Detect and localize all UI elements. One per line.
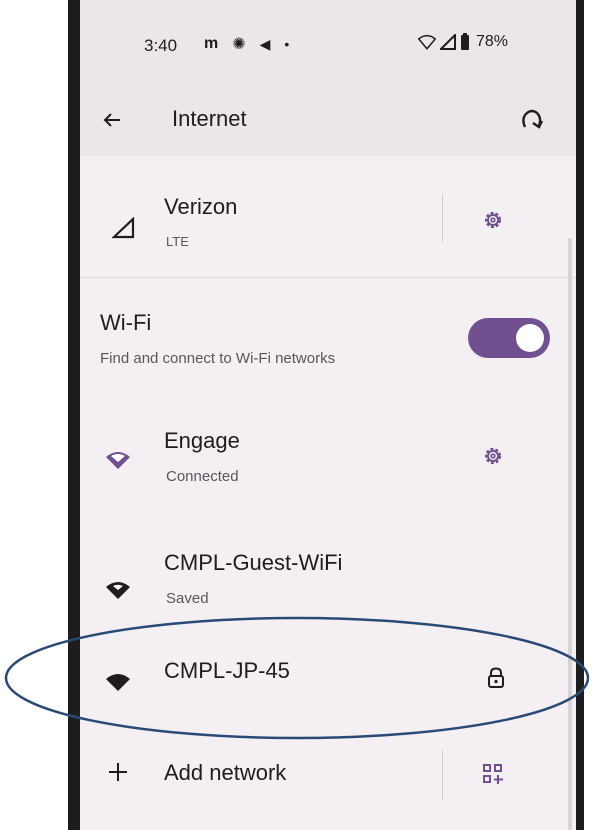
system-status-icons: 78% <box>418 33 508 51</box>
network-name: CMPL-JP-45 <box>164 658 290 683</box>
navigation-notification-icon: ◀ <box>259 35 271 52</box>
notification-icons: m ✺ ◀ • <box>204 34 289 54</box>
add-icon <box>98 752 138 792</box>
settings-gear-icon <box>484 211 502 229</box>
wifi-connected-icon <box>98 440 138 480</box>
app-bar: Internet <box>80 90 576 156</box>
network-name: Engage <box>164 428 240 453</box>
wifi-network-row[interactable]: CMPL-Guest-WiFi Saved <box>80 540 560 650</box>
add-network-label: Add network <box>164 760 287 785</box>
divider <box>442 194 443 242</box>
carrier-name: Verizon <box>164 194 238 219</box>
scan-qr-button[interactable] <box>469 750 517 798</box>
network-name: CMPL-Guest-WiFi <box>164 550 343 575</box>
wifi-toggle-switch[interactable] <box>468 318 550 358</box>
wifi-icon <box>98 662 138 702</box>
scrollbar[interactable] <box>568 238 572 830</box>
wifi-network-row[interactable]: Engage Connected <box>80 410 560 520</box>
status-time: 3:40 <box>144 36 178 55</box>
wifi-icon <box>98 570 138 610</box>
wifi-label: Wi-Fi <box>100 310 152 335</box>
device-frame-left <box>68 0 80 830</box>
battery-percent: 78% <box>476 33 509 50</box>
reset-icon <box>522 109 544 129</box>
alert-notification-icon: ✺ <box>232 36 246 53</box>
library-notification-icon: m <box>204 35 219 52</box>
network-settings-button[interactable] <box>469 432 517 480</box>
back-button[interactable] <box>88 96 136 144</box>
cell-signal-icon <box>104 208 144 248</box>
wifi-status-icon <box>418 34 436 50</box>
network-status: Connected <box>166 468 239 485</box>
page-title: Internet <box>172 106 247 131</box>
battery-icon <box>461 33 469 50</box>
wifi-description: Find and connect to Wi-Fi networks <box>100 350 336 367</box>
settings-gear-icon <box>484 447 502 465</box>
network-status: Saved <box>166 590 209 607</box>
network-reset-button[interactable] <box>508 96 556 144</box>
more-notifications-dot-icon: • <box>284 36 290 52</box>
cell-signal-icon <box>440 34 456 50</box>
mobile-settings-button[interactable] <box>469 196 517 244</box>
wifi-network-row[interactable]: CMPL-JP-45 <box>80 650 560 730</box>
toggle-knob <box>516 324 544 352</box>
lock-icon <box>488 667 504 688</box>
mobile-network-row[interactable]: Verizon LTE <box>80 156 560 274</box>
add-network-row[interactable]: Add network <box>80 740 560 812</box>
back-arrow-icon <box>103 113 120 127</box>
secured-network-indicator <box>472 654 520 702</box>
network-type: LTE <box>166 234 189 249</box>
section-divider <box>80 277 576 278</box>
phone-screen: 3:40 m ✺ ◀ • 78% Internet Verizon LTE Wi… <box>80 0 576 830</box>
qr-code-scanner-icon <box>483 764 503 784</box>
status-bar: 3:40 m ✺ ◀ • 78% <box>80 0 576 90</box>
device-frame-right <box>576 0 584 830</box>
divider <box>442 750 443 800</box>
